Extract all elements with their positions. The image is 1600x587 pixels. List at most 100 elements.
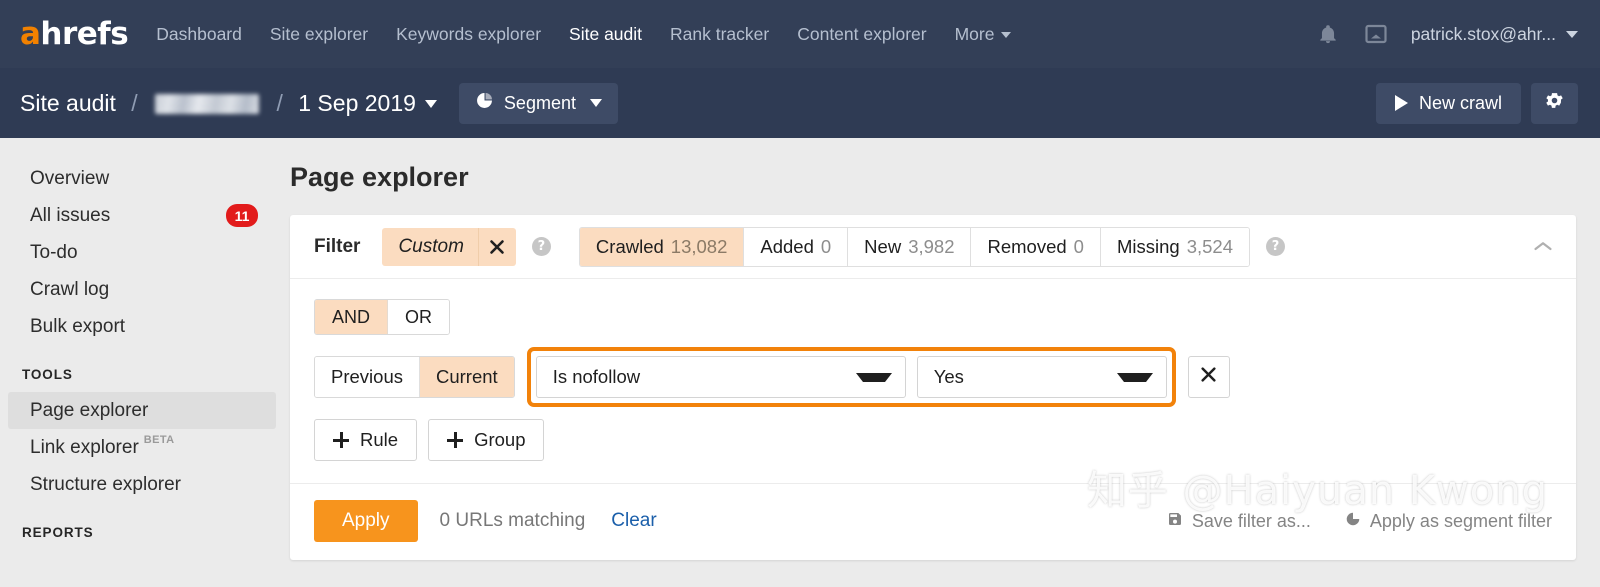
nav-item-site-explorer[interactable]: Site explorer <box>270 24 368 45</box>
sidebar: Overview All issues 11 To-do Crawl log B… <box>0 138 290 587</box>
add-rule-button[interactable]: Rule <box>314 419 417 461</box>
rule-field-dropdown[interactable]: Is nofollow <box>536 356 906 398</box>
logo-text: hrefs <box>40 16 128 52</box>
logic-and-option[interactable]: AND <box>315 300 388 334</box>
breadcrumb-project-redacted[interactable] <box>155 94 259 114</box>
nav-item-dashboard[interactable]: Dashboard <box>156 24 242 45</box>
segment-button[interactable]: Segment <box>459 83 618 124</box>
breadcrumb-site-audit[interactable]: Site audit <box>20 90 116 116</box>
apply-as-segment-button[interactable]: Apply as segment filter <box>1345 511 1552 532</box>
chevron-down-icon <box>856 373 892 382</box>
tab-label: Crawled <box>596 236 664 258</box>
nav-item-more-label: More <box>955 24 995 44</box>
sidebar-item-overview[interactable]: Overview <box>8 160 276 197</box>
sidebar-item-structure-explorer[interactable]: Structure explorer <box>8 466 276 503</box>
nav-item-site-audit[interactable]: Site audit <box>569 24 642 45</box>
tab-missing[interactable]: Missing 3,524 <box>1101 228 1249 266</box>
sidebar-item-page-explorer[interactable]: Page explorer <box>8 392 276 429</box>
nav-item-rank-tracker[interactable]: Rank tracker <box>670 24 769 45</box>
filter-rule-row: Previous Current Is nofollow Yes <box>314 347 1552 407</box>
project-toolbar-right: New crawl <box>1376 83 1578 124</box>
add-buttons: Rule Group <box>314 419 1552 461</box>
new-crawl-label: New crawl <box>1419 93 1502 114</box>
settings-button[interactable] <box>1531 83 1578 124</box>
apply-button[interactable]: Apply <box>314 500 418 542</box>
tab-new[interactable]: New 3,982 <box>848 228 971 266</box>
beta-tag: BETA <box>144 434 175 446</box>
pie-chart-icon <box>475 91 494 115</box>
chevron-up-icon[interactable] <box>1526 230 1560 264</box>
nav-item-keywords-explorer[interactable]: Keywords explorer <box>396 24 541 45</box>
segment-button-label: Segment <box>504 93 576 114</box>
sidebar-item-all-issues[interactable]: All issues 11 <box>8 197 276 234</box>
chevron-down-icon <box>1117 373 1153 382</box>
apply-segment-label: Apply as segment filter <box>1370 511 1552 532</box>
nav-item-more[interactable]: More <box>955 24 1012 45</box>
chevron-down-icon <box>590 99 602 107</box>
tab-count: 0 <box>1074 236 1084 258</box>
logo-letter-a: a <box>20 16 40 52</box>
chevron-down-icon[interactable] <box>425 100 437 108</box>
tab-removed[interactable]: Removed 0 <box>971 228 1100 266</box>
save-filter-label: Save filter as... <box>1192 511 1311 532</box>
nav-item-content-explorer[interactable]: Content explorer <box>797 24 926 45</box>
close-icon <box>1200 366 1217 388</box>
add-group-button[interactable]: Group <box>428 419 544 461</box>
remove-rule-button[interactable] <box>1188 356 1230 398</box>
chat-icon[interactable] <box>1363 21 1389 47</box>
rule-value-dropdown[interactable]: Yes <box>917 356 1167 398</box>
sidebar-item-label: Structure explorer <box>30 474 181 496</box>
custom-filter-chip[interactable]: Custom <box>382 228 515 266</box>
tab-label: Added <box>760 236 814 258</box>
user-email-label: patrick.stox@ahr... <box>1411 24 1556 44</box>
urls-matching-status: 0 URLs matching <box>440 510 586 532</box>
gear-icon <box>1544 90 1565 116</box>
secondary-filter-actions: Save filter as... Apply as segment filte… <box>1167 511 1552 532</box>
filter-actions-row: Apply 0 URLs matching Clear Save filter … <box>290 484 1576 560</box>
top-navigation-right: patrick.stox@ahr... <box>1315 21 1578 47</box>
tab-label: Removed <box>987 236 1066 258</box>
rule-field-value: Is nofollow <box>553 366 640 388</box>
page-body: Overview All issues 11 To-do Crawl log B… <box>0 138 1600 587</box>
sidebar-item-label: Link explorer <box>30 437 139 459</box>
help-icon[interactable]: ? <box>532 237 551 256</box>
sidebar-item-label: Crawl log <box>30 279 109 301</box>
ahrefs-logo[interactable]: ahrefs <box>20 19 128 50</box>
clear-filter-link[interactable]: Clear <box>611 510 656 532</box>
crawl-status-tabs: Crawled 13,082 Added 0 New 3,982 Removed… <box>579 227 1250 267</box>
scope-previous-option[interactable]: Previous <box>315 357 420 397</box>
chevron-down-icon <box>1566 31 1578 38</box>
tab-count: 3,982 <box>908 236 954 258</box>
bell-icon[interactable] <box>1315 21 1341 47</box>
help-icon[interactable]: ? <box>1266 237 1285 256</box>
sidebar-item-to-do[interactable]: To-do <box>8 234 276 271</box>
play-icon <box>1395 95 1408 111</box>
top-navigation-bar: ahrefs Dashboard Site explorer Keywords … <box>0 0 1600 68</box>
sidebar-section-reports: REPORTS <box>0 525 290 540</box>
sidebar-section-tools: TOOLS <box>0 367 290 382</box>
segment-icon <box>1345 511 1361 532</box>
breadcrumb-date[interactable]: 1 Sep 2019 <box>298 90 416 116</box>
sidebar-item-crawl-log[interactable]: Crawl log <box>8 271 276 308</box>
filter-header-row: Filter Custom ? Crawled 13,082 Added <box>290 215 1576 279</box>
tab-count: 0 <box>821 236 831 258</box>
sidebar-item-link-explorer[interactable]: Link explorer BETA <box>8 429 276 466</box>
tab-count: 13,082 <box>671 236 728 258</box>
close-icon[interactable] <box>478 228 516 266</box>
logic-or-option[interactable]: OR <box>388 300 449 334</box>
scope-toggle: Previous Current <box>314 356 515 398</box>
chevron-down-icon <box>1001 32 1011 38</box>
tab-crawled[interactable]: Crawled 13,082 <box>580 228 744 266</box>
page-title: Page explorer <box>290 162 1576 193</box>
plus-icon <box>333 432 349 448</box>
filter-panel: Filter Custom ? Crawled 13,082 Added <box>290 215 1576 560</box>
tab-count: 3,524 <box>1187 236 1233 258</box>
new-crawl-button[interactable]: New crawl <box>1376 83 1521 124</box>
save-filter-button[interactable]: Save filter as... <box>1167 511 1311 532</box>
tab-added[interactable]: Added 0 <box>744 228 848 266</box>
breadcrumb: Site audit / / 1 Sep 2019 <box>20 90 437 117</box>
plus-icon <box>447 432 463 448</box>
user-account-menu[interactable]: patrick.stox@ahr... <box>1411 24 1578 45</box>
scope-current-option[interactable]: Current <box>420 357 514 397</box>
sidebar-item-bulk-export[interactable]: Bulk export <box>8 308 276 345</box>
